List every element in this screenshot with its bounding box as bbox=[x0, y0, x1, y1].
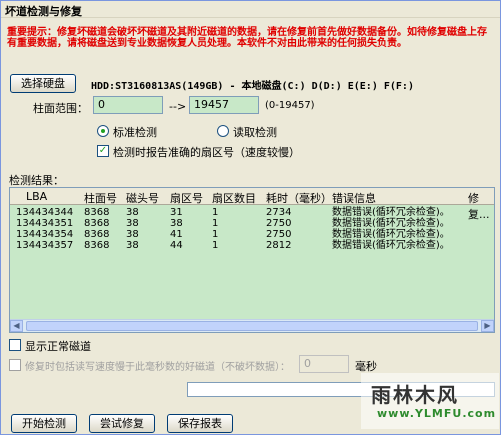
cell-head: 38 bbox=[126, 240, 139, 251]
cell-sector: 38 bbox=[170, 218, 183, 229]
range-hint: (0-19457) bbox=[265, 100, 315, 111]
table-row[interactable]: 134434354 8368 38 41 1 2750 数据错误(循环冗余检查)… bbox=[10, 229, 494, 240]
cell-lba: 134434354 bbox=[16, 229, 74, 240]
save-report-button[interactable]: 保存报表 bbox=[167, 414, 233, 433]
select-disk-button[interactable]: 选择硬盘 bbox=[10, 74, 76, 93]
cell-time: 2750 bbox=[266, 229, 292, 240]
cell-sector: 41 bbox=[170, 229, 183, 240]
cell-sector: 44 bbox=[170, 240, 183, 251]
cell-head: 38 bbox=[126, 218, 139, 229]
repair-slow-checkbox[interactable] bbox=[9, 359, 21, 371]
cell-lba: 134434351 bbox=[16, 218, 74, 229]
range-label: 柱面范围： bbox=[33, 102, 88, 115]
show-normal-label: 显示正常磁道 bbox=[25, 340, 91, 353]
cell-cylinder: 8368 bbox=[84, 240, 110, 251]
results-list[interactable]: LBA 柱面号 磁头号 扇区号 扇区数目 耗时（毫秒） 错误信息 修复... 1… bbox=[9, 187, 495, 333]
cell-error: 数据错误(循环冗余检查)。 bbox=[332, 218, 450, 229]
watermark-url: www.YLMFU.com bbox=[377, 407, 497, 420]
cell-count: 1 bbox=[212, 240, 219, 251]
results-header: LBA 柱面号 磁头号 扇区号 扇区数目 耗时（毫秒） 错误信息 修复... bbox=[10, 188, 494, 221]
table-row[interactable]: 134434351 8368 38 38 1 2750 数据错误(循环冗余检查)… bbox=[10, 218, 494, 229]
cell-time: 2734 bbox=[266, 207, 292, 218]
repair-slow-ms-input[interactable]: 0 bbox=[299, 355, 349, 373]
cell-lba: 134434357 bbox=[16, 240, 74, 251]
col-sector[interactable]: 扇区号 bbox=[170, 190, 203, 206]
cell-lba: 134434344 bbox=[16, 207, 74, 218]
start-detect-button[interactable]: 开始检测 bbox=[11, 414, 77, 433]
scroll-right-icon[interactable]: ▶ bbox=[481, 320, 494, 332]
standard-radio[interactable] bbox=[97, 125, 109, 137]
site-watermark: 雨林木风 www.YLMFU.com bbox=[361, 373, 499, 429]
watermark-title: 雨林木风 bbox=[371, 383, 459, 407]
col-lba[interactable]: LBA bbox=[26, 190, 47, 203]
col-sector-count[interactable]: 扇区数目 bbox=[212, 190, 256, 206]
col-time[interactable]: 耗时（毫秒） bbox=[266, 190, 332, 206]
results-label: 检测结果： bbox=[9, 174, 64, 187]
warning-text: 重要提示：修复坏磁道会破坏坏磁道及其附近磁道的数据，请在修复前首先做好数据备份。… bbox=[7, 27, 487, 49]
horizontal-scrollbar[interactable]: ◀ ▶ bbox=[10, 319, 494, 332]
report-checkbox[interactable]: ✓ bbox=[97, 145, 109, 157]
report-label: 检测时报告准确的扇区号（速度较慢） bbox=[113, 146, 300, 159]
scroll-thumb[interactable] bbox=[26, 321, 478, 331]
standard-label: 标准检测 bbox=[113, 126, 157, 139]
col-error[interactable]: 错误信息 bbox=[332, 190, 376, 206]
ms-unit: 毫秒 bbox=[355, 360, 377, 373]
show-normal-checkbox[interactable] bbox=[9, 339, 21, 351]
col-head[interactable]: 磁头号 bbox=[126, 190, 159, 206]
cell-time: 2812 bbox=[266, 240, 292, 251]
range-end-input[interactable]: 19457 bbox=[189, 96, 259, 114]
cell-cylinder: 8368 bbox=[84, 229, 110, 240]
col-cylinder[interactable]: 柱面号 bbox=[84, 190, 117, 206]
cell-time: 2750 bbox=[266, 218, 292, 229]
try-repair-button[interactable]: 尝试修复 bbox=[89, 414, 155, 433]
cell-count: 1 bbox=[212, 229, 219, 240]
cell-error: 数据错误(循环冗余检查)。 bbox=[332, 240, 450, 251]
range-arrow: --> bbox=[169, 100, 187, 113]
cell-error: 数据错误(循环冗余检查)。 bbox=[332, 229, 450, 240]
repair-dialog: 坏道检测与修复 重要提示：修复坏磁道会破坏坏磁道及其附近磁道的数据，请在修复前首… bbox=[0, 0, 501, 435]
cell-sector: 31 bbox=[170, 207, 183, 218]
window-title: 坏道检测与修复 bbox=[1, 1, 500, 18]
cell-error: 数据错误(循环冗余检查)。 bbox=[332, 207, 450, 218]
cell-cylinder: 8368 bbox=[84, 207, 110, 218]
cell-count: 1 bbox=[212, 207, 219, 218]
cell-count: 1 bbox=[212, 218, 219, 229]
table-row[interactable]: 134434357 8368 38 44 1 2812 数据错误(循环冗余检查)… bbox=[10, 240, 494, 251]
read-label: 读取检测 bbox=[233, 126, 277, 139]
cell-head: 38 bbox=[126, 207, 139, 218]
disk-info: HDD:ST3160813AS(149GB) - 本地磁盘(C:) D(D:) … bbox=[91, 81, 414, 92]
range-start-input[interactable]: 0 bbox=[93, 96, 163, 114]
cell-head: 38 bbox=[126, 229, 139, 240]
table-row[interactable]: 134434344 8368 38 31 1 2734 数据错误(循环冗余检查)… bbox=[10, 207, 494, 218]
cell-cylinder: 8368 bbox=[84, 218, 110, 229]
read-radio[interactable] bbox=[217, 125, 229, 137]
scroll-left-icon[interactable]: ◀ bbox=[10, 320, 23, 332]
repair-slow-label: 修复时包括读写速度慢于此毫秒数的好磁道（不破坏数据）： bbox=[25, 362, 290, 373]
